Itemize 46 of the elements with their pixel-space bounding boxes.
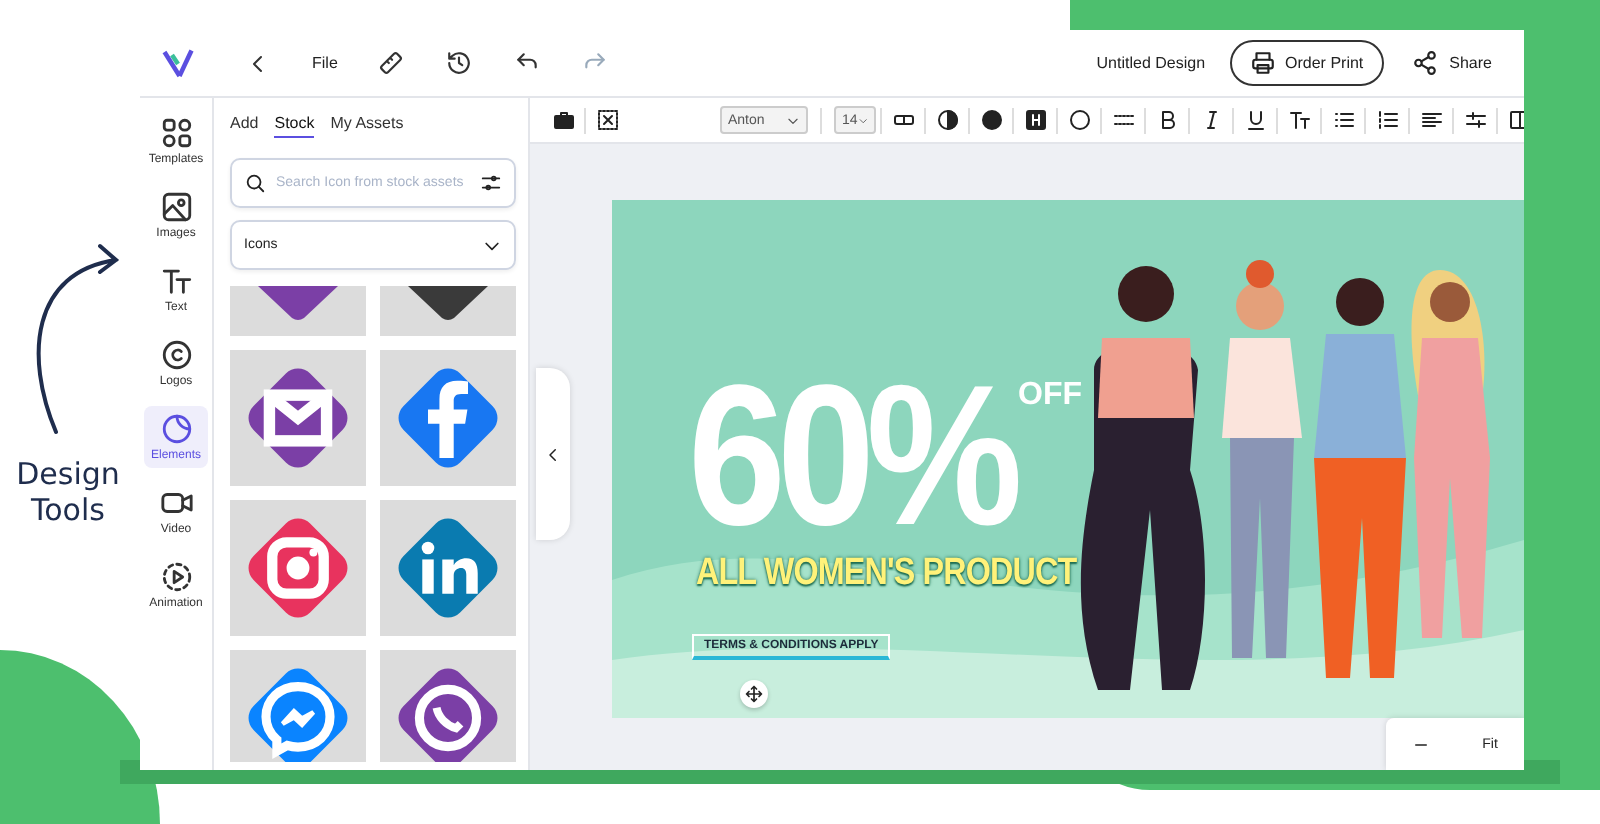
- list-icon: [1331, 108, 1355, 132]
- spacing-icon: [1463, 108, 1487, 132]
- order-print-button[interactable]: Order Print: [1229, 40, 1384, 86]
- share-icon: [1411, 50, 1438, 76]
- text-size-icon: [1287, 108, 1311, 132]
- images-icon: [159, 190, 193, 224]
- chevron-left-icon: [544, 445, 562, 463]
- file-menu[interactable]: File: [312, 54, 338, 72]
- delete-icon: [595, 108, 619, 132]
- share-button[interactable]: Share: [1411, 50, 1492, 76]
- color-dot-icon: [979, 108, 1003, 132]
- icon-tile[interactable]: [230, 286, 366, 336]
- logos-icon: [159, 338, 193, 372]
- templates-icon: [159, 116, 193, 150]
- panel-tab[interactable]: My Assets: [330, 114, 404, 138]
- icon-tile[interactable]: [380, 350, 516, 486]
- document-title: Untitled Design: [1096, 54, 1206, 72]
- icon-tile[interactable]: [380, 500, 516, 636]
- numbered-list-icon: [1375, 108, 1399, 132]
- logo-icon[interactable]: [160, 45, 196, 81]
- text-icon: [159, 264, 193, 298]
- align-left-icon: [1419, 108, 1443, 132]
- icon-tile[interactable]: [230, 500, 366, 636]
- icon-tile[interactable]: [230, 350, 366, 486]
- panel-tab[interactable]: Add: [230, 114, 259, 138]
- columns-icon: [1507, 108, 1524, 132]
- printer-icon: [1249, 50, 1276, 76]
- animation-icon: [159, 560, 193, 594]
- elements-icon: [159, 412, 193, 446]
- outline-text-icon: [1023, 108, 1047, 132]
- search-icon: [244, 172, 266, 194]
- briefcase-icon: [551, 108, 575, 132]
- move-icon: [744, 684, 764, 704]
- icon-tile[interactable]: [230, 650, 366, 762]
- annotation-label: Design Tools: [14, 456, 122, 528]
- circle-icon: [1067, 108, 1091, 132]
- ruler-icon: [378, 50, 405, 76]
- panel-tab[interactable]: Stock: [274, 114, 315, 138]
- contrast-icon: [935, 108, 959, 132]
- underline-icon: [1243, 108, 1267, 132]
- icon-tile[interactable]: [380, 286, 516, 336]
- chevron-down-icon: [857, 113, 868, 127]
- chevron-down-icon: [786, 113, 800, 127]
- filter-icon[interactable]: [480, 172, 502, 194]
- history-icon: [446, 50, 473, 76]
- icon-tile[interactable]: [380, 650, 516, 762]
